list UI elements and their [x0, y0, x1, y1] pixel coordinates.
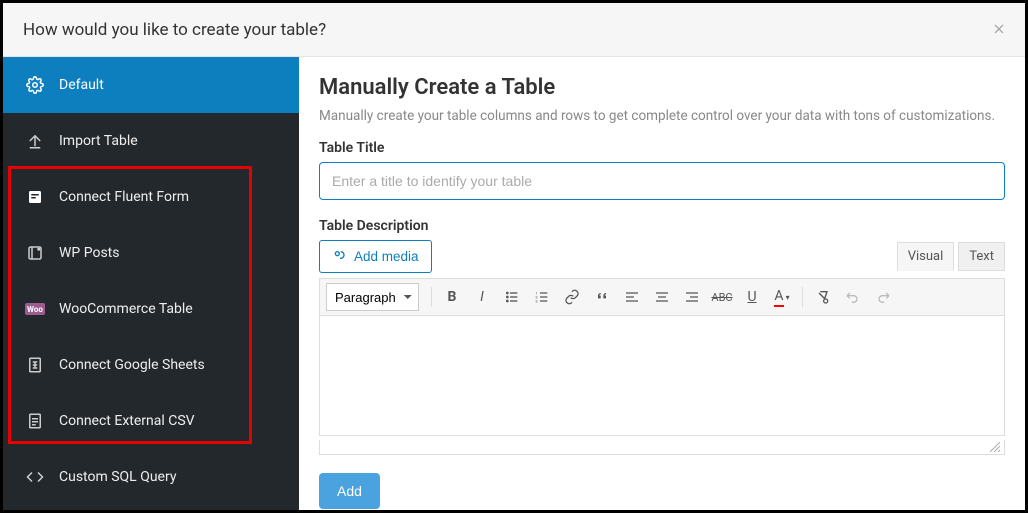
gear-icon — [25, 75, 45, 95]
sidebar-item-import-table[interactable]: Import Table — [3, 113, 299, 169]
tab-text[interactable]: Text — [958, 242, 1005, 271]
table-title-input[interactable] — [319, 162, 1005, 200]
sidebar-item-label: Custom SQL Query — [59, 469, 176, 485]
align-left-button[interactable] — [618, 283, 646, 311]
sidebar-item-label: Import Table — [59, 133, 138, 149]
tab-visual[interactable]: Visual — [897, 242, 955, 271]
add-button[interactable]: Add — [319, 473, 380, 509]
table-title-label: Table Title — [319, 140, 1005, 156]
description-editor[interactable] — [319, 316, 1005, 436]
sidebar-item-label: Connect Google Sheets — [59, 357, 205, 373]
close-button[interactable] — [991, 21, 1007, 42]
sidebar-item-custom-sql-query[interactable]: Custom SQL Query — [3, 449, 299, 505]
posts-icon — [25, 243, 45, 263]
editor-tabs: Visual Text — [897, 242, 1005, 271]
redo-button[interactable] — [869, 283, 897, 311]
bullet-list-button[interactable] — [498, 283, 526, 311]
editor-toolbar: Paragraph B I 123 ABC U A▾ — [319, 278, 1005, 316]
resize-handle[interactable] — [319, 440, 1005, 455]
page-subtitle: Manually create your table columns and r… — [319, 108, 1005, 124]
woocommerce-icon: Woo — [25, 299, 45, 319]
file-icon — [25, 411, 45, 431]
strikethrough-button[interactable]: ABC — [708, 283, 736, 311]
undo-button[interactable] — [839, 283, 867, 311]
upload-icon — [25, 131, 45, 151]
code-icon — [25, 467, 45, 487]
underline-button[interactable]: U — [738, 283, 766, 311]
modal-title: How would you like to create your table? — [23, 20, 326, 40]
sidebar-item-label: Default — [59, 77, 104, 93]
add-media-label: Add media — [354, 249, 419, 264]
editor-toolbar-row: Add media Visual Text — [319, 240, 1005, 273]
format-select[interactable]: Paragraph — [326, 283, 419, 311]
clear-formatting-button[interactable] — [809, 283, 837, 311]
sidebar-item-connect-fluent-form[interactable]: Connect Fluent Form — [3, 169, 299, 225]
sidebar-item-wp-posts[interactable]: WP Posts — [3, 225, 299, 281]
sheet-icon — [25, 355, 45, 375]
sidebar-item-label: WP Posts — [59, 245, 119, 261]
align-right-button[interactable] — [678, 283, 706, 311]
align-center-button[interactable] — [648, 283, 676, 311]
numbered-list-button[interactable]: 123 — [528, 283, 556, 311]
modal-header: How would you like to create your table? — [3, 3, 1025, 57]
sidebar-item-woocommerce-table[interactable]: Woo WooCommerce Table — [3, 281, 299, 337]
sidebar-item-label: WooCommerce Table — [59, 301, 193, 317]
bold-button[interactable]: B — [438, 283, 466, 311]
modal-body: Default Import Table Connect Fluent Form… — [3, 57, 1025, 510]
form-icon — [25, 187, 45, 207]
blockquote-button[interactable] — [588, 283, 616, 311]
svg-text:3: 3 — [535, 298, 537, 303]
sidebar-item-default[interactable]: Default — [3, 57, 299, 113]
page-heading: Manually Create a Table — [319, 75, 1005, 100]
modal-dialog: How would you like to create your table?… — [0, 0, 1028, 513]
sidebar-item-connect-external-csv[interactable]: Connect External CSV — [3, 393, 299, 449]
add-media-button[interactable]: Add media — [319, 240, 432, 273]
sidebar-item-label: Connect Fluent Form — [59, 189, 189, 205]
table-description-label: Table Description — [319, 218, 1005, 234]
toolbar-separator — [431, 287, 432, 307]
link-button[interactable] — [558, 283, 586, 311]
sidebar-item-connect-google-sheets[interactable]: Connect Google Sheets — [3, 337, 299, 393]
toolbar-separator — [802, 287, 803, 307]
main-content: Manually Create a Table Manually create … — [299, 57, 1025, 510]
media-icon — [332, 247, 348, 266]
italic-button[interactable]: I — [468, 283, 496, 311]
sidebar: Default Import Table Connect Fluent Form… — [3, 57, 299, 510]
text-color-button[interactable]: A▾ — [768, 283, 796, 311]
sidebar-item-label: Connect External CSV — [59, 413, 195, 429]
